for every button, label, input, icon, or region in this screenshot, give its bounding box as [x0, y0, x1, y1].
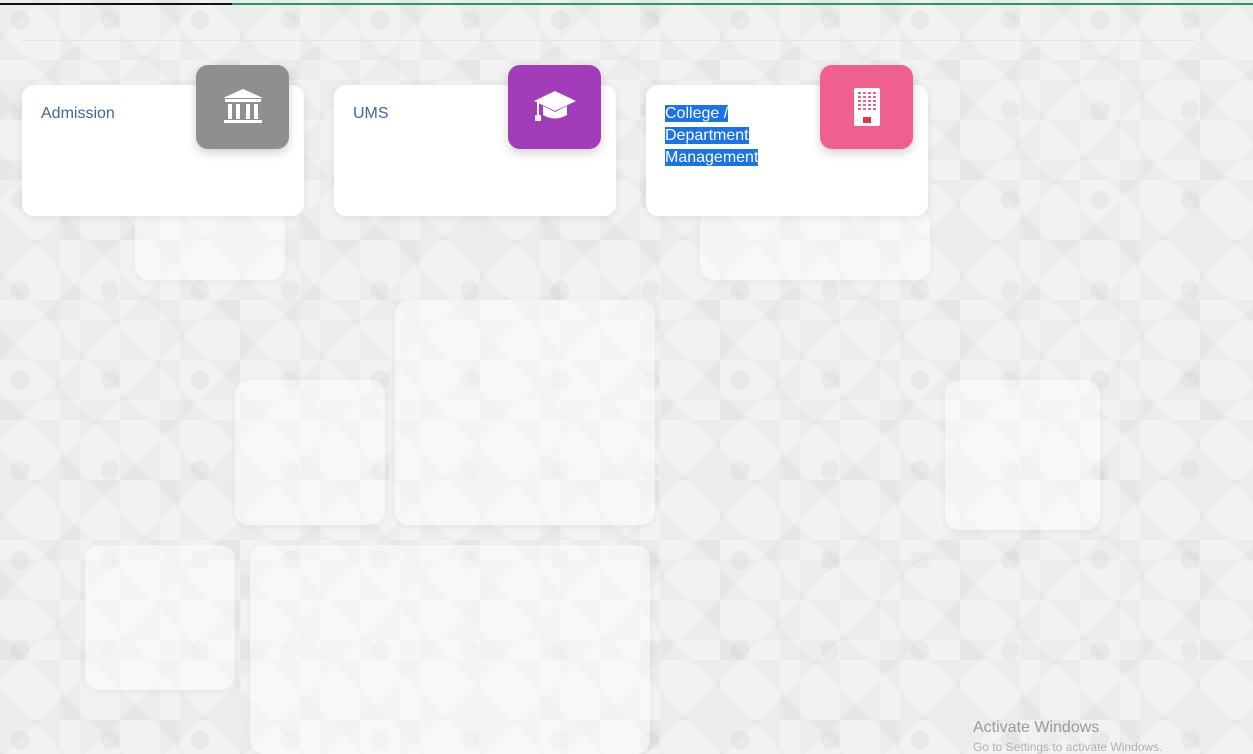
admission-label: Admission	[41, 105, 115, 122]
background-panel	[945, 380, 1100, 530]
building-icon	[820, 65, 913, 149]
header-divider	[22, 40, 1194, 41]
college-department-management-label: College / Department Management	[665, 103, 759, 169]
background-panel	[135, 210, 285, 280]
label-line: College /	[665, 105, 729, 122]
background-panel	[395, 300, 655, 525]
background-panel	[700, 210, 930, 280]
bank-icon	[196, 65, 289, 149]
loading-bar-progress	[0, 3, 232, 5]
ums-label: UMS	[353, 105, 389, 122]
background-panel	[235, 380, 385, 525]
graduation-cap-icon	[508, 65, 601, 149]
background-panel	[85, 545, 235, 690]
ums-card[interactable]: UMS	[334, 65, 616, 216]
admission-card[interactable]: Admission	[22, 65, 304, 216]
loading-bar	[0, 3, 1253, 5]
college-department-management-card[interactable]: College / Department Management	[646, 65, 928, 216]
label-line: Department	[665, 127, 749, 144]
label-line: Management	[665, 149, 759, 166]
activate-windows-title: Activate Windows	[973, 719, 1100, 736]
activate-windows-subtitle: Go to Settings to activate Windows.	[973, 740, 1163, 754]
background-panel	[250, 545, 650, 754]
